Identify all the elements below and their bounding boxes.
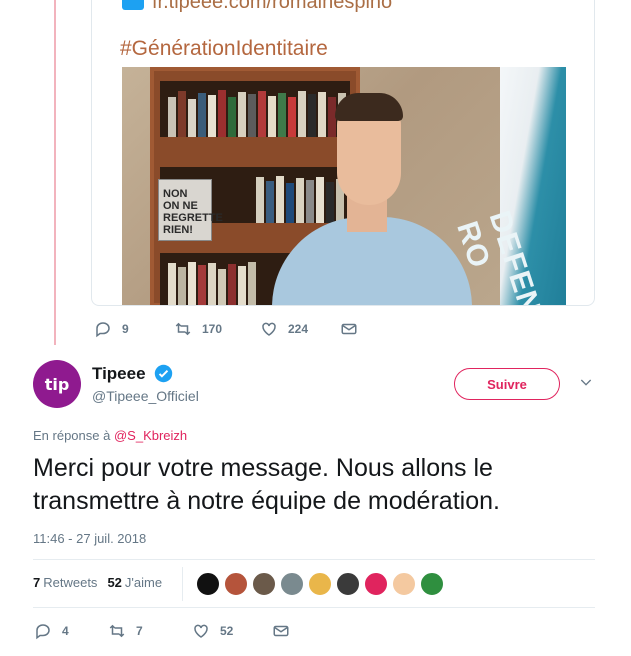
- poster: NON ON NE REGRETTE RIEN!: [158, 179, 223, 241]
- liker-avatar[interactable]: [196, 572, 220, 596]
- likes-stat[interactable]: 52 J'aime: [107, 575, 162, 590]
- likes-stat-count: 52: [107, 575, 122, 590]
- retweets-stat-count: 7: [33, 575, 41, 590]
- reply-icon: [36, 624, 50, 640]
- retweet-button[interactable]: 170: [174, 320, 260, 338]
- like-button[interactable]: 52: [192, 622, 272, 640]
- liker-avatar[interactable]: [308, 572, 332, 596]
- like-count: 52: [220, 624, 234, 638]
- like-count: 224: [288, 322, 309, 336]
- heart-icon: [194, 624, 208, 638]
- tweet-stats: 7 Retweets 52 J'aime: [33, 575, 172, 590]
- reply-prefix: En réponse à: [33, 428, 111, 443]
- author-name[interactable]: Tipeee: [92, 364, 146, 384]
- retweets-stat[interactable]: 7 Retweets: [33, 575, 97, 590]
- liker-avatar[interactable]: [224, 572, 248, 596]
- retweets-stat-label: Retweets: [43, 575, 98, 590]
- divider: [33, 559, 595, 560]
- reply-button[interactable]: 9: [94, 320, 174, 338]
- quoted-link[interactable]: fr.tipeee.com/romainespino: [122, 0, 392, 14]
- quoted-tweet-card[interactable]: fr.tipeee.com/romainespino #GénérationId…: [91, 0, 595, 306]
- tweet-text: Merci pour votre message. Nous allons le…: [33, 454, 500, 515]
- chevron-down-icon[interactable]: [578, 374, 594, 390]
- liker-avatars: [196, 572, 448, 596]
- liker-avatar[interactable]: [392, 572, 416, 596]
- avatar[interactable]: tip: [33, 360, 81, 408]
- liker-avatar[interactable]: [364, 572, 388, 596]
- tweet-actions: 4 7 52: [34, 622, 290, 640]
- timestamp[interactable]: 11:46 - 27 juil. 2018: [33, 531, 146, 546]
- quoted-tweet-actions: 9 170 224: [94, 320, 358, 338]
- like-button[interactable]: 224: [260, 320, 340, 338]
- likes-stat-label: J'aime: [124, 575, 163, 590]
- reply-button[interactable]: 4: [34, 622, 108, 640]
- avatar-text: tip: [44, 374, 70, 394]
- envelope-icon: [273, 625, 289, 637]
- tweet-header: tip Tipeee @Tipeee_Officiel Suivre: [33, 360, 598, 410]
- follow-button[interactable]: Suivre: [454, 368, 560, 400]
- liker-avatar[interactable]: [252, 572, 276, 596]
- retweet-button[interactable]: 7: [108, 622, 192, 640]
- divider: [33, 607, 595, 608]
- link-icon: [122, 0, 144, 10]
- retweet-count: 170: [202, 322, 223, 336]
- liker-avatar[interactable]: [420, 572, 444, 596]
- quoted-link-text[interactable]: fr.tipeee.com/romainespino: [152, 0, 392, 13]
- stats-separator: [182, 567, 183, 601]
- reply-count: 4: [62, 624, 69, 638]
- envelope-icon: [341, 323, 357, 335]
- liker-avatar[interactable]: [280, 572, 304, 596]
- heart-icon: [262, 322, 276, 336]
- message-button[interactable]: [272, 622, 290, 640]
- message-button[interactable]: [340, 320, 358, 338]
- shelf-row: [160, 81, 350, 137]
- author-handle[interactable]: @Tipeee_Officiel: [92, 388, 199, 404]
- reply-count: 9: [122, 322, 129, 336]
- retweet-icon: [109, 624, 125, 638]
- thread-line: [54, 0, 56, 345]
- hashtag[interactable]: #GénérationIdentitaire: [120, 37, 328, 61]
- retweet-count: 7: [136, 624, 143, 638]
- retweet-icon: [175, 322, 191, 336]
- liker-avatar[interactable]: [336, 572, 360, 596]
- reply-icon: [96, 322, 110, 338]
- reply-context: En réponse à @S_Kbreizh: [33, 428, 187, 443]
- verified-badge-icon: [154, 364, 173, 383]
- person-hair: [335, 93, 403, 121]
- reply-mention[interactable]: @S_Kbreizh: [114, 428, 187, 443]
- video-thumbnail[interactable]: NON ON NE REGRETTE RIEN! DEFEN RO: [122, 67, 566, 305]
